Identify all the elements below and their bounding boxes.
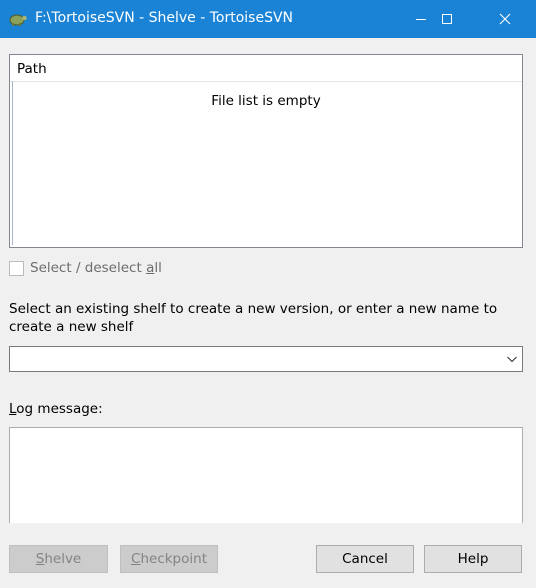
log-message-label: Log message:: [9, 401, 103, 417]
help-button[interactable]: Help: [424, 545, 522, 573]
checkpoint-button[interactable]: Checkpoint: [120, 545, 218, 573]
file-list[interactable]: Path File list is empty: [9, 54, 523, 248]
maximize-icon: [442, 14, 452, 24]
chevron-down-icon[interactable]: [506, 353, 518, 365]
close-button[interactable]: [482, 0, 528, 38]
shelve-dialog: F:\TortoiseSVN - Shelve - TortoiseSVN Pa…: [0, 0, 536, 588]
window-title: F:\TortoiseSVN - Shelve - TortoiseSVN: [35, 10, 294, 26]
maximize-button[interactable]: [424, 0, 470, 38]
title-bar[interactable]: F:\TortoiseSVN - Shelve - TortoiseSVN: [0, 0, 536, 38]
cancel-button[interactable]: Cancel: [316, 545, 414, 573]
tortoise-icon: [9, 14, 27, 26]
column-header-path[interactable]: Path: [10, 55, 522, 82]
shelf-name-combobox[interactable]: [9, 346, 523, 372]
shelve-button[interactable]: Shelve: [9, 545, 108, 573]
checkbox-box[interactable]: [9, 260, 24, 276]
select-all-checkbox[interactable]: Select / deselect all: [9, 259, 162, 277]
close-icon: [499, 13, 511, 25]
shelf-instructions: Select an existing shelf to create a new…: [9, 301, 498, 335]
empty-list-message: File list is empty: [211, 93, 321, 109]
column-header-label: Path: [17, 61, 47, 77]
log-message-textarea[interactable]: [9, 427, 523, 523]
select-all-label: Select / deselect all: [30, 260, 162, 276]
